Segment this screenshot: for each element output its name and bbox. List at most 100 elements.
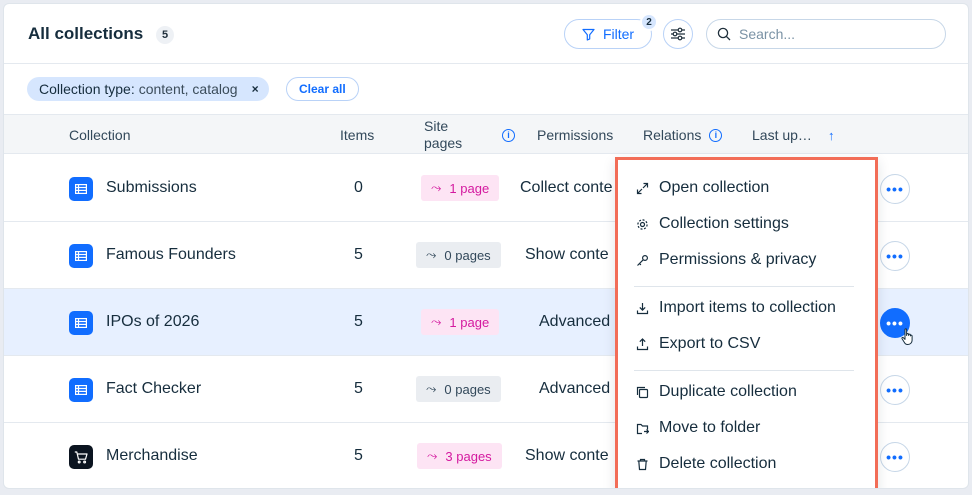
menu-item-label: Collection settings xyxy=(659,215,789,232)
permissions-value: Show conte xyxy=(525,246,609,263)
gear-icon xyxy=(637,218,648,230)
site-pages-value: 0 pages xyxy=(444,247,491,263)
column-header-relations-label: Relations xyxy=(643,127,702,143)
trash-icon xyxy=(637,458,648,470)
info-icon: i xyxy=(502,128,515,142)
collection-icon xyxy=(69,378,93,402)
collection-type-filter-chip[interactable]: Collection type: content, catalog × xyxy=(27,77,269,101)
menu-item-label: Delete collection xyxy=(659,455,777,472)
menu-item-delete-collection[interactable]: Delete collection xyxy=(636,452,776,476)
clear-all-button[interactable]: Clear all xyxy=(286,77,359,101)
site-pages-value: 1 page xyxy=(449,180,490,196)
site-pages-value: 0 pages xyxy=(444,381,491,397)
collection-name: Fact Checker xyxy=(106,380,202,397)
permissions-value: Advanced xyxy=(539,313,611,330)
chip-key: Collection type: xyxy=(39,81,135,97)
menu-item-move-to-folder[interactable]: Move to folder xyxy=(636,416,760,440)
more-actions-button[interactable]: ••• xyxy=(880,442,910,472)
chip-value: content, catalog xyxy=(138,81,238,97)
collection-name: Submissions xyxy=(106,179,197,196)
menu-item-label: Permissions & privacy xyxy=(659,251,817,268)
collection-name: Famous Founders xyxy=(106,246,236,263)
collection-actions-menu: Open collection Collection settings Perm… xyxy=(615,157,878,488)
export-icon xyxy=(636,337,649,350)
duplicate-icon xyxy=(636,386,649,398)
info-icon[interactable]: i xyxy=(709,128,723,142)
menu-item-collection-settings[interactable]: Collection settings xyxy=(636,212,789,236)
more-actions-button[interactable]: ••• xyxy=(880,174,910,204)
page-link-icon: ⤳ xyxy=(427,448,438,463)
menu-item-import-items[interactable]: Import items to collection xyxy=(636,296,836,320)
collection-name: Merchandise xyxy=(106,447,198,464)
remove-chip-icon[interactable]: × xyxy=(252,82,259,96)
items-count: 5 xyxy=(354,246,363,263)
menu-divider xyxy=(634,286,854,287)
items-count: 5 xyxy=(354,313,363,330)
collection-icon xyxy=(69,311,93,335)
permissions-value: Advanced xyxy=(539,380,611,397)
sort-ascending-icon[interactable]: ↑ xyxy=(828,128,835,143)
hand-cursor-icon xyxy=(901,328,913,345)
page-link-icon: ⤳ xyxy=(431,180,442,195)
site-pages-pill[interactable]: ⤳ 3 pages xyxy=(417,443,502,469)
collections-count-badge: 5 xyxy=(156,26,174,44)
search-icon xyxy=(717,27,731,41)
menu-item-duplicate-collection[interactable]: Duplicate collection xyxy=(636,380,797,404)
items-count: 5 xyxy=(354,380,363,397)
filter-button-label: Filter xyxy=(602,26,635,42)
page-title: All collections xyxy=(28,24,144,43)
site-pages-pill[interactable]: ⤳ 0 pages xyxy=(416,376,501,402)
site-pages-info[interactable]: i xyxy=(494,115,515,155)
column-header-collection: Collection xyxy=(69,127,131,143)
menu-item-label: Import items to collection xyxy=(659,299,836,316)
table-header: Collection Items Site pages i Permission… xyxy=(4,114,968,154)
items-count: 5 xyxy=(354,447,363,464)
menu-item-label: Open collection xyxy=(659,179,770,196)
menu-item-label: Move to folder xyxy=(659,419,761,436)
more-actions-button[interactable]: ••• xyxy=(880,375,910,405)
column-header-relations: Relations i xyxy=(643,115,723,155)
column-header-last-updated[interactable]: Last up… ↑ xyxy=(752,115,834,155)
site-pages-value: 1 page xyxy=(449,314,490,330)
column-header-permissions: Permissions xyxy=(537,127,614,143)
expand-icon xyxy=(636,182,649,194)
catalog-cart-icon xyxy=(69,445,93,469)
column-header-items: Items xyxy=(340,127,375,143)
active-filters-bar: Collection type: content, catalog × Clea… xyxy=(4,65,968,115)
items-count: 0 xyxy=(354,179,363,196)
more-actions-button[interactable]: ••• xyxy=(880,241,910,271)
filter-button[interactable]: Filter xyxy=(564,19,652,49)
search-box[interactable] xyxy=(706,19,946,49)
page-link-icon: ⤳ xyxy=(426,247,437,262)
search-input[interactable] xyxy=(739,26,919,42)
menu-item-permissions-privacy[interactable]: Permissions & privacy xyxy=(636,248,816,272)
site-pages-pill[interactable]: ⤳ 0 pages xyxy=(416,242,501,268)
sliders-icon xyxy=(671,27,685,41)
column-header-site-pages-label: Site pages xyxy=(424,118,463,151)
menu-item-label: Export to CSV xyxy=(659,335,761,352)
menu-item-label: Duplicate collection xyxy=(659,383,797,400)
site-pages-value: 3 pages xyxy=(445,448,492,464)
collection-icon xyxy=(69,244,93,268)
collections-panel: All collections 5 Filter 2 Search... Col… xyxy=(3,3,969,489)
customize-columns-button[interactable] xyxy=(663,19,693,49)
permissions-value: Collect conte xyxy=(520,179,613,196)
site-pages-pill[interactable]: ⤳ 1 page xyxy=(421,175,500,201)
filter-count-badge: 2 xyxy=(640,13,658,31)
column-header-site-pages: Site pages xyxy=(424,115,474,155)
menu-divider xyxy=(634,370,854,371)
permissions-value: Show conte xyxy=(525,447,609,464)
collection-icon xyxy=(69,177,93,201)
collection-name: IPOs of 2026 xyxy=(106,313,200,330)
page-header: All collections 5 Filter 2 xyxy=(4,4,968,64)
menu-item-export-csv[interactable]: Export to CSV xyxy=(636,332,760,356)
move-folder-icon xyxy=(636,423,649,434)
menu-item-open-collection[interactable]: Open collection xyxy=(636,176,769,200)
site-pages-pill[interactable]: ⤳ 1 page xyxy=(421,309,500,335)
filter-icon xyxy=(582,28,595,41)
key-icon xyxy=(637,254,649,266)
column-header-last-updated-label: Last up… xyxy=(752,127,812,143)
page-link-icon: ⤳ xyxy=(426,381,437,396)
import-icon xyxy=(636,302,649,314)
page-link-icon: ⤳ xyxy=(431,314,442,329)
